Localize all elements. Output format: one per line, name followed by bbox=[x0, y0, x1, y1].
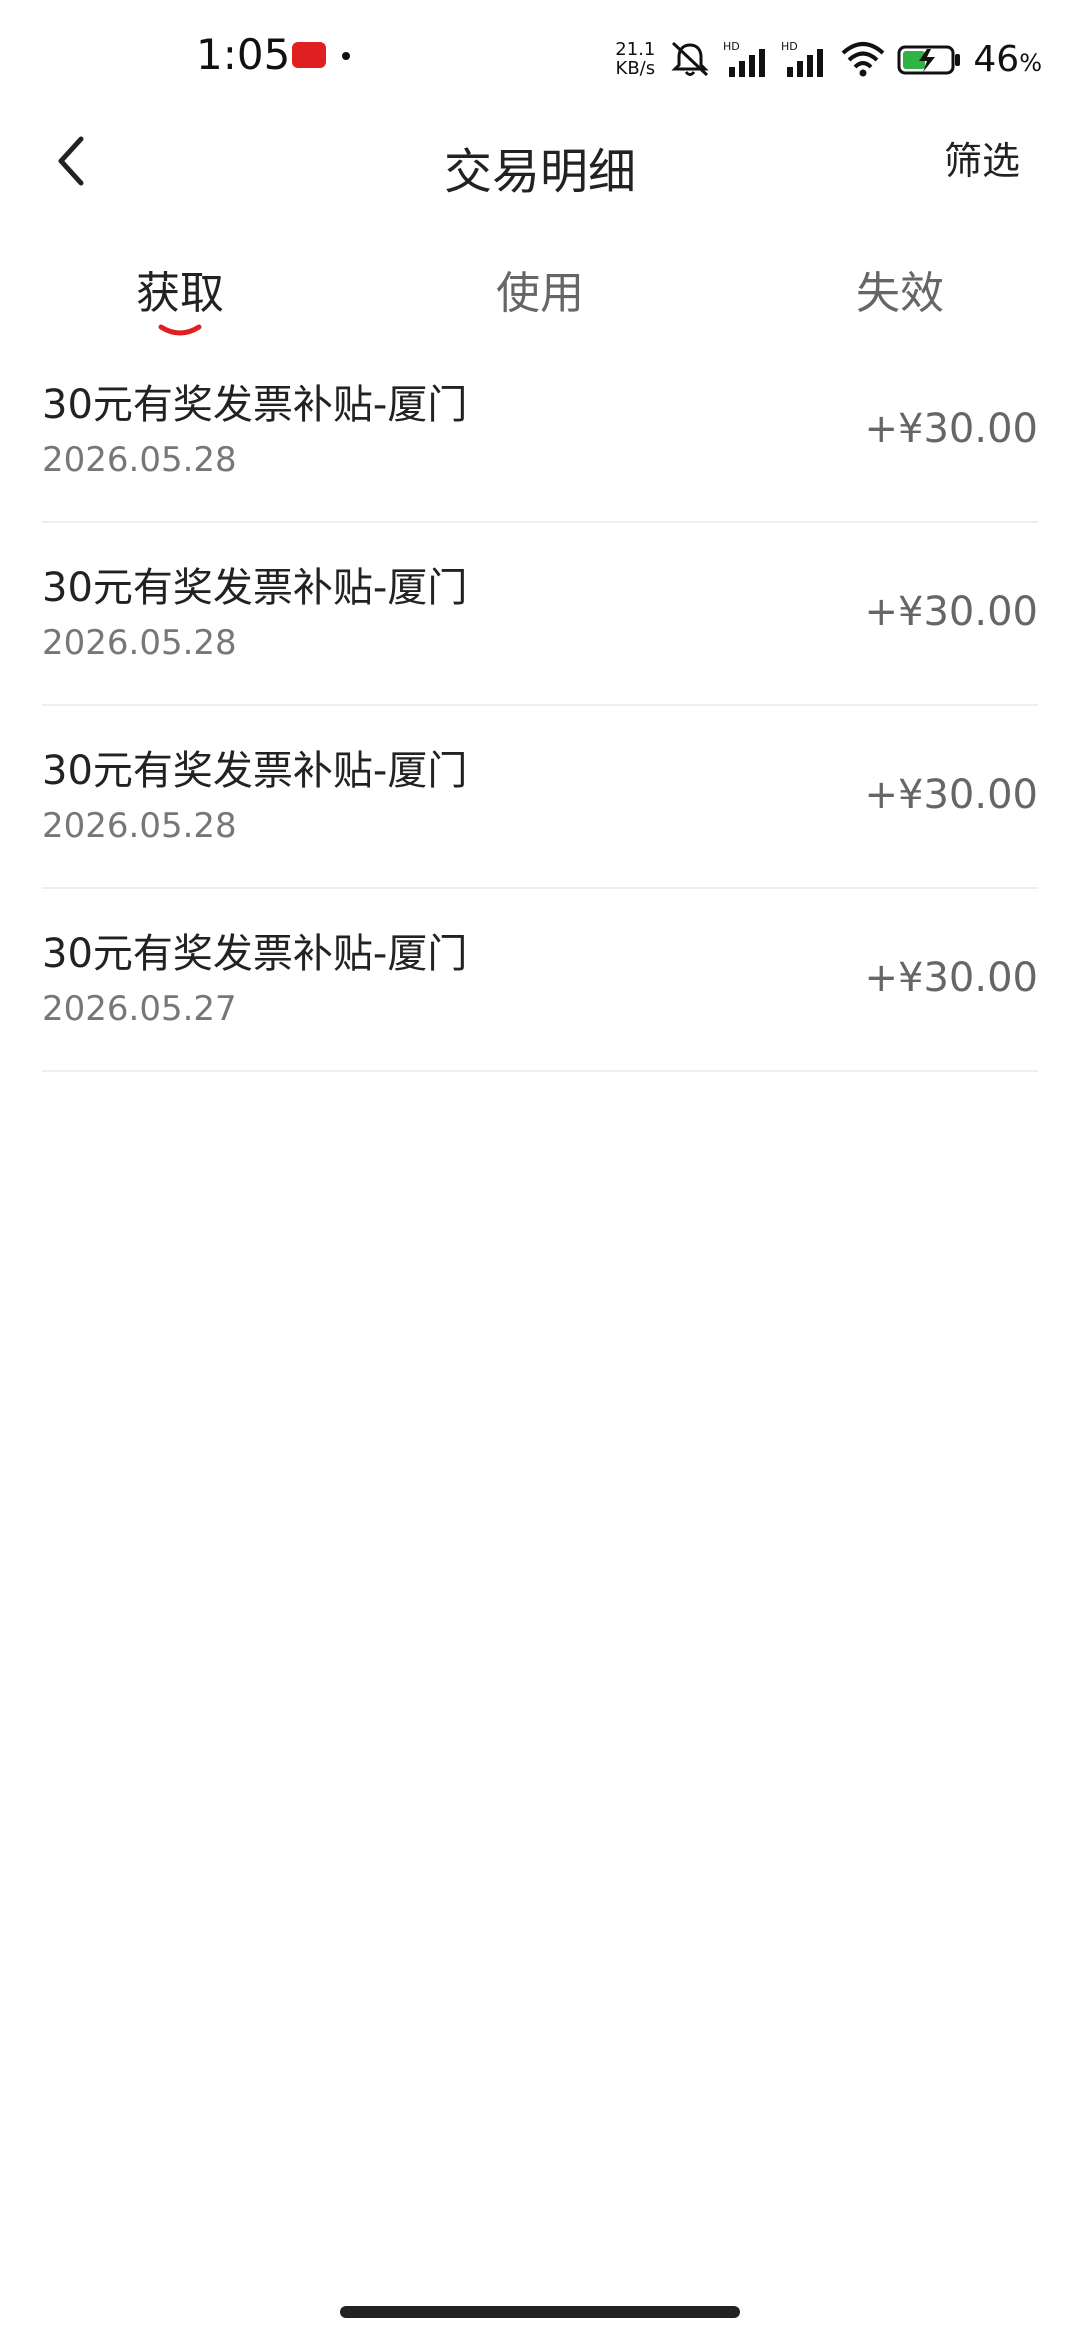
more-notifications-dot bbox=[342, 52, 350, 60]
battery-percentage: 46% bbox=[973, 39, 1042, 80]
transaction-row[interactable]: 30元有奖发票补贴-厦门 2026.05.27 +¥30.00 bbox=[42, 889, 1038, 1072]
transaction-row[interactable]: 30元有奖发票补贴-厦门 2026.05.28 +¥30.00 bbox=[42, 706, 1038, 889]
network-speed-value: 21.1 bbox=[615, 39, 656, 60]
signal-icon-2: HD bbox=[781, 39, 829, 79]
transaction-date: 2026.05.28 bbox=[42, 623, 237, 663]
svg-text:HD: HD bbox=[781, 40, 798, 53]
transaction-date: 2026.05.28 bbox=[42, 806, 237, 846]
network-speed-unit: KB/s bbox=[615, 58, 656, 79]
network-speed: 21.1 KB/s bbox=[615, 40, 655, 78]
battery-percentage-unit: % bbox=[1019, 48, 1042, 77]
transaction-title: 30元有奖发票补贴-厦门 bbox=[42, 565, 468, 611]
transaction-amount: +¥30.00 bbox=[864, 589, 1038, 635]
svg-text:HD: HD bbox=[723, 40, 740, 53]
wifi-icon bbox=[839, 39, 887, 79]
home-indicator[interactable] bbox=[340, 2306, 740, 2318]
battery-charging-icon bbox=[897, 39, 963, 79]
transaction-title: 30元有奖发票补贴-厦门 bbox=[42, 748, 468, 794]
transaction-list: 30元有奖发票补贴-厦门 2026.05.28 +¥30.00 30元有奖发票补… bbox=[42, 340, 1038, 1072]
transaction-amount: +¥30.00 bbox=[864, 955, 1038, 1001]
tab-bar: 获取 使用 失效 bbox=[0, 245, 1080, 345]
tab-expired-label: 失效 bbox=[856, 268, 944, 319]
tab-obtain[interactable]: 获取 bbox=[0, 245, 360, 345]
tab-expired[interactable]: 失效 bbox=[720, 245, 1080, 345]
tab-use-label: 使用 bbox=[496, 268, 584, 319]
battery-percentage-value: 46 bbox=[973, 38, 1020, 80]
transaction-title: 30元有奖发票补贴-厦门 bbox=[42, 931, 468, 977]
active-tab-indicator bbox=[158, 324, 202, 336]
transaction-amount: +¥30.00 bbox=[864, 772, 1038, 818]
signal-icon: HD bbox=[723, 39, 771, 79]
tab-obtain-label: 获取 bbox=[136, 268, 224, 319]
app-notification-icon bbox=[292, 42, 326, 68]
bell-off-icon bbox=[667, 39, 713, 79]
transaction-date: 2026.05.28 bbox=[42, 440, 237, 480]
status-right-group: 21.1 KB/s HD HD 46 % bbox=[615, 34, 1042, 84]
transaction-amount: +¥30.00 bbox=[864, 406, 1038, 452]
transaction-title: 30元有奖发票补贴-厦门 bbox=[42, 382, 468, 428]
tab-use[interactable]: 使用 bbox=[360, 245, 720, 345]
transaction-date: 2026.05.27 bbox=[42, 989, 237, 1029]
page-title: 交易明细 bbox=[443, 144, 636, 200]
status-time: 1:05 bbox=[196, 30, 291, 79]
filter-button[interactable]: 筛选 bbox=[944, 130, 1020, 185]
status-bar: 1:05 21.1 KB/s HD HD 46 % bbox=[0, 0, 1080, 120]
app-header: 交易明细 筛选 bbox=[0, 110, 1080, 210]
transaction-row[interactable]: 30元有奖发票补贴-厦门 2026.05.28 +¥30.00 bbox=[42, 340, 1038, 523]
transaction-row[interactable]: 30元有奖发票补贴-厦门 2026.05.28 +¥30.00 bbox=[42, 523, 1038, 706]
